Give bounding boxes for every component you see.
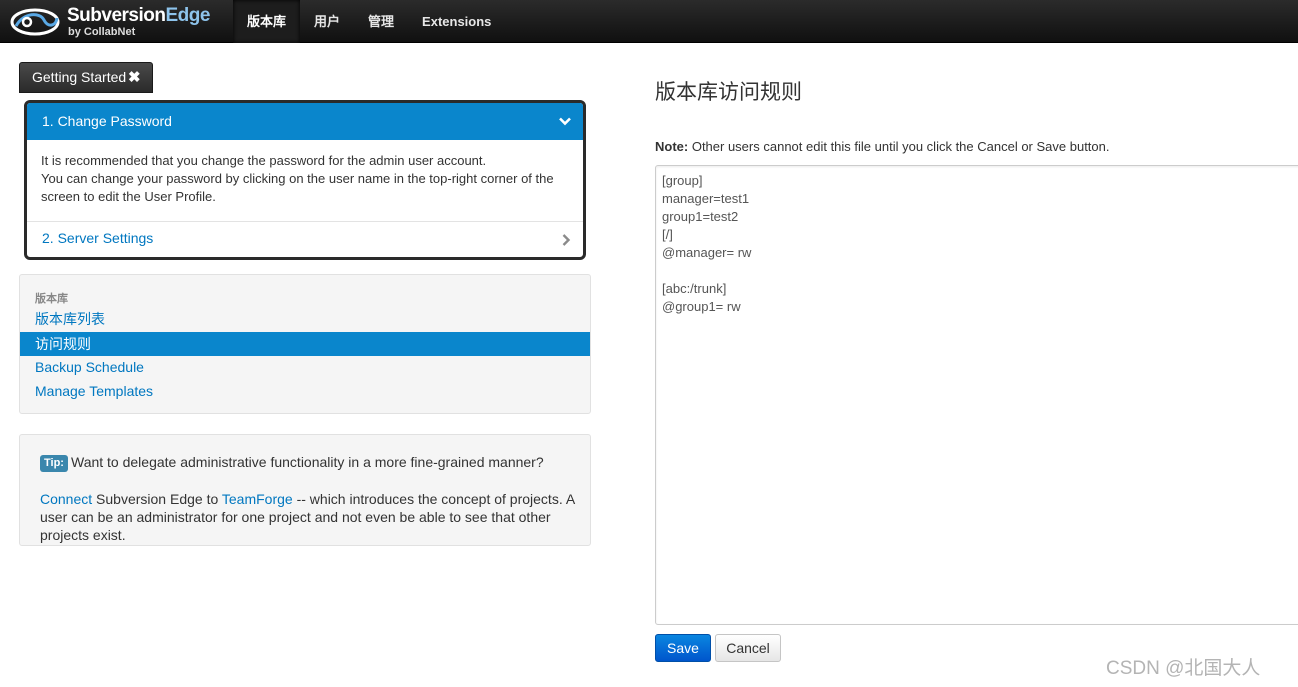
page-title: 版本库访问规则 xyxy=(655,81,802,104)
csdn-watermark: CSDN @北国大人 xyxy=(1106,658,1261,679)
access-rules-editor[interactable]: [group] manager=test1 group1=test2 [/] @… xyxy=(655,165,1298,625)
teamforge-link[interactable]: TeamForge xyxy=(222,491,293,507)
getting-started-button[interactable]: Getting Started ✖ xyxy=(19,62,153,93)
collabnet-swirl-icon xyxy=(10,8,60,36)
step-server-settings-link[interactable]: 2. Server Settings xyxy=(42,230,153,246)
main-nav: 版本库 用户 管理 Extensions xyxy=(233,0,505,43)
editor-line: group1=test2 xyxy=(662,209,739,224)
editor-line: [/] xyxy=(662,227,673,242)
editor-line: @group1= rw xyxy=(662,299,741,314)
brand-name-accent: Edge xyxy=(165,5,210,26)
brand-name: SubversionEdge xyxy=(67,5,210,27)
close-icon[interactable]: ✖ xyxy=(128,63,141,92)
note-text: Other users cannot edit this file until … xyxy=(688,139,1110,154)
chevron-down-icon xyxy=(559,117,571,126)
tip-text-1: Subversion Edge to xyxy=(92,491,222,507)
sidebar-item-manage-templates[interactable]: Manage Templates xyxy=(20,379,590,403)
step-text-line1: It is recommended that you change the pa… xyxy=(41,153,487,168)
brand-logo-link[interactable]: SubversionEdge by CollabNet xyxy=(10,3,225,41)
tip-question: Want to delegate administrative function… xyxy=(71,454,544,470)
note-label: Note: xyxy=(655,139,689,154)
getting-started-label: Getting Started xyxy=(32,69,127,85)
step-change-password-header[interactable]: 1. Change Password xyxy=(27,103,583,140)
nav-item-admin[interactable]: 管理 xyxy=(354,0,408,43)
sidebar-item-backup-schedule[interactable]: Backup Schedule xyxy=(20,355,590,379)
sidebar-item-repository-list[interactable]: 版本库列表 xyxy=(20,307,590,331)
top-navbar: SubversionEdge by CollabNet 版本库 用户 管理 Ex… xyxy=(0,0,1298,43)
repository-sidebar: 版本库 版本库列表 访问规则 Backup Schedule Manage Te… xyxy=(19,274,591,414)
divider xyxy=(27,221,583,222)
sidebar-item-access-rules[interactable]: 访问规则 xyxy=(20,332,590,356)
editor-line: [group] xyxy=(662,173,703,188)
nav-item-extensions[interactable]: Extensions xyxy=(408,0,505,43)
brand-name-main: Subversion xyxy=(67,5,166,26)
editor-line: [abc:/trunk] xyxy=(662,281,727,296)
edit-note: Note: Other users cannot edit this file … xyxy=(655,139,1110,154)
nav-item-users[interactable]: 用户 xyxy=(300,0,354,43)
nav-item-repositories[interactable]: 版本库 xyxy=(233,0,301,43)
connect-link[interactable]: Connect xyxy=(40,491,92,507)
save-button[interactable]: Save xyxy=(655,634,711,662)
editor-line: manager=test1 xyxy=(662,191,750,206)
brand-subtitle: by CollabNet xyxy=(68,26,136,38)
step-change-password-text: It is recommended that you change the pa… xyxy=(41,152,571,206)
tip-badge: Tip: xyxy=(40,455,68,472)
step-change-password-label: 1. Change Password xyxy=(42,113,172,129)
tip-description: Connect Subversion Edge to TeamForge -- … xyxy=(40,490,580,544)
chevron-right-icon[interactable] xyxy=(562,234,571,246)
tip-box: Tip: Want to delegate administrative fun… xyxy=(19,434,591,546)
sidebar-header: 版本库 xyxy=(35,293,68,305)
getting-started-panel: 1. Change Password It is recommended tha… xyxy=(24,100,586,260)
step-text-line2: You can change your password by clicking… xyxy=(41,171,554,204)
editor-line: @manager= rw xyxy=(662,245,752,260)
cancel-button[interactable]: Cancel xyxy=(715,634,781,662)
